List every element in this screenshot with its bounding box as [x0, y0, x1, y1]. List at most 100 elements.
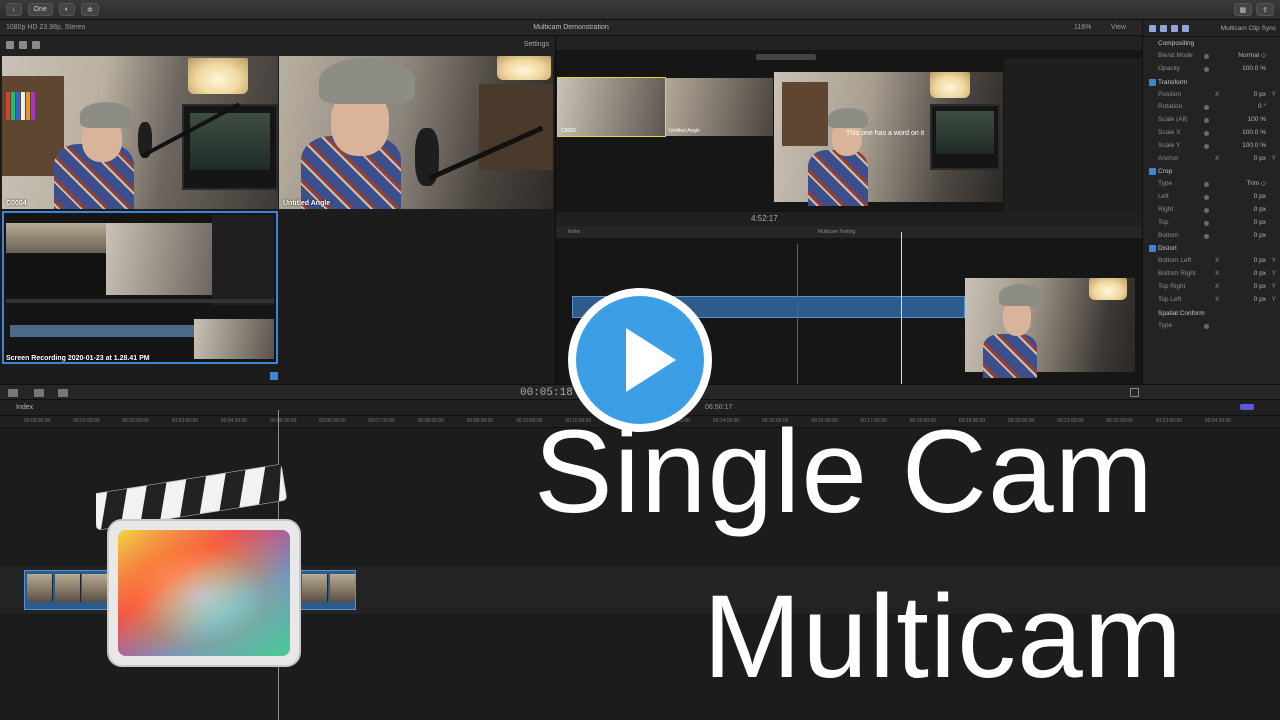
- axis-label: Y: [1271, 257, 1276, 265]
- keyframe-dot[interactable]: [1204, 323, 1209, 329]
- axis-label: X: [1215, 90, 1220, 98]
- section-checkbox[interactable]: [1149, 78, 1156, 86]
- background-tasks-button[interactable]: ◐: [58, 3, 75, 16]
- row-value[interactable]: 0 px: [1254, 281, 1266, 294]
- keyframe-dot[interactable]: [1204, 118, 1209, 124]
- inspector-section[interactable]: Compositing: [1143, 37, 1280, 50]
- section-checkbox[interactable]: [1149, 168, 1156, 176]
- speed-tool-icon[interactable]: [58, 389, 68, 397]
- row-label: Scale (All): [1158, 116, 1188, 124]
- audio-inspector-icon[interactable]: [1171, 25, 1178, 32]
- keyframe-dot[interactable]: [1204, 143, 1209, 149]
- inspector-section[interactable]: Crop: [1143, 165, 1280, 178]
- filter-inspector-icon[interactable]: [1160, 25, 1167, 32]
- project-title: Multicam Demonstration: [533, 24, 609, 31]
- row-value[interactable]: 0 px: [1254, 191, 1266, 204]
- axis-label: Y: [1271, 154, 1276, 162]
- row-value[interactable]: 0 °: [1258, 101, 1266, 114]
- inspector-row: Opacity 100.0 %: [1143, 63, 1280, 76]
- row-value[interactable]: 0 px: [1254, 294, 1266, 307]
- tools-button[interactable]: ✲: [80, 3, 99, 16]
- inspector-row: Top 0 px: [1143, 217, 1280, 230]
- view-menu[interactable]: View: [1111, 24, 1126, 31]
- inspector-header: Multicam Clip Sync: [1143, 20, 1280, 37]
- keyframe-dot[interactable]: [1204, 182, 1209, 188]
- inspector-row: Type Trim ◇: [1143, 178, 1280, 191]
- angle-label: Untitled Angle: [283, 200, 331, 207]
- ruler-tick-label: 00:03:00:00: [171, 418, 199, 424]
- ruler-tick-label: 00:07:00:00: [368, 418, 395, 424]
- row-value[interactable]: 100.0 %: [1242, 140, 1266, 153]
- section-checkbox[interactable]: [1149, 245, 1156, 253]
- video-inspector-icon[interactable]: [1149, 25, 1156, 32]
- video-switch-icon[interactable]: [6, 41, 14, 49]
- audio-switch-icon[interactable]: [19, 41, 27, 49]
- zoom-slider[interactable]: [1240, 404, 1254, 410]
- inspector-section[interactable]: Transform: [1143, 76, 1280, 89]
- play-icon: [626, 328, 676, 392]
- row-value[interactable]: 0 px: [1254, 89, 1266, 102]
- row-value[interactable]: 0 px: [1254, 217, 1266, 230]
- nested-timecode: 4:52:17: [751, 214, 778, 223]
- inspector-row: Bottom 0 px: [1143, 230, 1280, 243]
- row-label: Right: [1158, 205, 1174, 213]
- keyframe-dot[interactable]: [1204, 195, 1209, 201]
- fullscreen-icon[interactable]: [1130, 388, 1139, 397]
- row-value[interactable]: 0 px: [1254, 255, 1266, 268]
- row-value[interactable]: 0 px: [1254, 268, 1266, 281]
- overlay-title-line-2: Multicam: [703, 571, 1184, 703]
- axis-label: X: [1215, 282, 1220, 290]
- nested-angle-2: Untitled Angle: [666, 78, 773, 136]
- row-value[interactable]: 0 px: [1254, 204, 1266, 217]
- row-value[interactable]: Normal ◇: [1238, 50, 1266, 63]
- angle-tile-2[interactable]: Untitled Angle: [279, 56, 553, 209]
- audio-video-switch-icon[interactable]: [32, 41, 40, 49]
- row-value[interactable]: 0 px: [1254, 153, 1266, 166]
- index-button[interactable]: Index: [16, 404, 33, 411]
- ruler-tick-label: 00:02:00:00: [122, 418, 149, 424]
- angle-tile-1[interactable]: C0004: [2, 56, 278, 209]
- row-value[interactable]: 100.0 %: [1242, 63, 1266, 76]
- axis-label: Y: [1271, 90, 1276, 98]
- ruler-tick-label: 00:24:00:00: [1204, 418, 1232, 424]
- row-value[interactable]: 0 px: [1254, 230, 1266, 243]
- angle-settings-menu[interactable]: Settings: [524, 41, 549, 48]
- zoom-dropdown[interactable]: 116%: [1074, 24, 1091, 31]
- row-label: Type: [1158, 180, 1173, 188]
- keyframe-dot[interactable]: [1204, 66, 1209, 72]
- ruler-tick-label: 00:23:00:00: [1155, 418, 1183, 424]
- nested-viewer: This one has a word on it: [774, 72, 1003, 206]
- keyframe-dot[interactable]: [1204, 105, 1209, 111]
- row-value[interactable]: 100 %: [1248, 114, 1266, 127]
- ruler-tick-label: 00:00:00:00: [24, 418, 51, 424]
- share-button[interactable]: ⇪: [1256, 3, 1274, 16]
- row-label: Bottom Left: [1158, 257, 1192, 265]
- keyframe-dot[interactable]: [1204, 207, 1209, 213]
- layout-button[interactable]: ▦: [1233, 3, 1253, 16]
- import-button[interactable]: ↓: [6, 3, 22, 16]
- keyframe-dot[interactable]: [1204, 54, 1209, 59]
- trim-tool-icon[interactable]: [8, 389, 18, 397]
- row-value[interactable]: Trim ◇: [1246, 178, 1266, 191]
- angle-label: Screen Recording 2020-01-23 at 1.28.41 P…: [6, 355, 150, 362]
- inspector-row: Left 0 px: [1143, 191, 1280, 204]
- row-label: Top: [1158, 218, 1169, 226]
- viewer-header: 1080p HD 23.98p, Stereo Multicam Demonst…: [0, 20, 1142, 36]
- timeline-timecode: 00:05:18: [520, 387, 573, 399]
- angle-page-icon[interactable]: [270, 372, 278, 380]
- inspector-section[interactable]: Distort: [1143, 242, 1280, 255]
- clip-thumbnail: [54, 574, 81, 602]
- keyframe-dot[interactable]: [1204, 233, 1209, 239]
- keyframe-dot[interactable]: [1204, 220, 1209, 226]
- inspector-row: Scale Y 100.0 %: [1143, 140, 1280, 153]
- keyword-button[interactable]: One: [27, 3, 53, 16]
- info-inspector-icon[interactable]: [1182, 25, 1189, 32]
- angle-tile-3[interactable]: Screen Recording 2020-01-23 at 1.28.41 P…: [2, 211, 278, 364]
- keyframe-dot[interactable]: [1204, 130, 1209, 136]
- clip-tool-icon[interactable]: [34, 389, 44, 397]
- ruler-tick-label: 00:09:00:00: [466, 418, 494, 424]
- inspector-section[interactable]: Spatial Conform: [1143, 307, 1280, 320]
- row-value[interactable]: 100.0 %: [1242, 127, 1266, 140]
- row-label: Position: [1158, 90, 1182, 98]
- clip-thumbnail: [27, 574, 53, 602]
